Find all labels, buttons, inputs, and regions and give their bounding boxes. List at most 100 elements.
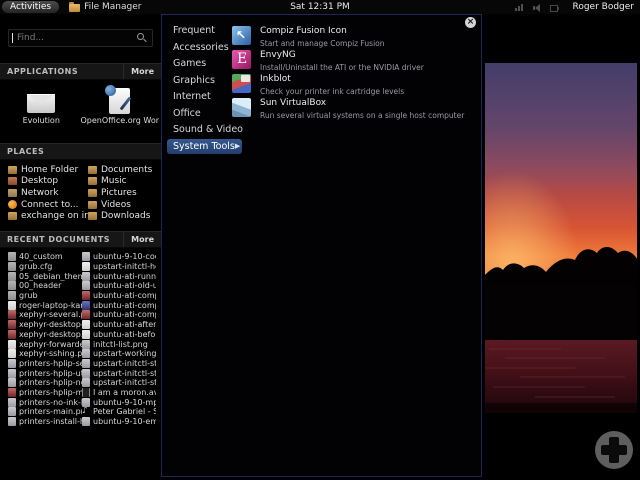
recent-document-item[interactable]: upstart-initctl-hel... — [82, 262, 156, 272]
top-bar: Activities File Manager Sat 12:31 PM Rog… — [0, 0, 640, 14]
user-menu[interactable]: Roger Bodger — [572, 2, 634, 12]
document-icon — [82, 398, 90, 407]
document-icon — [8, 369, 16, 378]
recent-document-item[interactable]: printers-main.png — [8, 407, 82, 417]
menu-category[interactable]: Frequent — [167, 23, 242, 38]
place-item[interactable]: Pictures — [88, 187, 161, 199]
place-label: Music — [101, 176, 127, 186]
place-item[interactable]: Connect to... — [8, 199, 88, 211]
recent-document-item[interactable]: printers-hplip-no-... — [8, 378, 82, 388]
document-label: ubuntu-ati-compi... — [93, 310, 156, 319]
application-label: OpenOffice.org Word Pr... — [81, 116, 160, 125]
place-item[interactable]: Downloads — [88, 210, 161, 222]
recent-document-item[interactable]: grub.cfg — [8, 262, 82, 272]
menu-category[interactable]: Graphics — [167, 73, 242, 88]
app-text: Compiz Fusion Icon Start and manage Comp… — [260, 26, 385, 48]
place-item[interactable]: Home Folder — [8, 164, 88, 176]
recent-document-item[interactable]: ubuntu-9-10-mp3... — [82, 397, 156, 407]
recent-document-item[interactable]: xephyr-several.png — [8, 310, 82, 320]
add-workspace-button[interactable] — [595, 431, 633, 469]
document-icon — [8, 330, 16, 339]
recent-document-item[interactable]: upstart-initctl-sta... — [82, 378, 156, 388]
recent-document-item[interactable]: 00_header — [8, 281, 82, 291]
recent-document-item[interactable]: roger-laptop-kar... — [8, 300, 82, 310]
recent-document-item[interactable]: upstart-working.p... — [82, 349, 156, 359]
recent-document-item[interactable]: grub — [8, 291, 82, 301]
search-input[interactable] — [13, 33, 137, 43]
system-tray — [515, 3, 560, 12]
recent-document-item[interactable]: Peter Gabriel - Sh... — [82, 407, 156, 417]
recent-documents-title: RECENT DOCUMENTS — [7, 235, 110, 244]
document-icon — [8, 340, 16, 349]
tray-status-icon[interactable] — [532, 3, 543, 12]
applications-more-button[interactable]: More — [123, 64, 161, 79]
recent-document-item[interactable]: upstart-initctl-sto... — [82, 359, 156, 369]
search-box[interactable] — [8, 29, 153, 47]
recent-document-item[interactable]: xephyr-desktop-g... — [8, 320, 82, 330]
recent-document-item[interactable]: ubuntu-ati-after.p... — [82, 320, 156, 330]
menu-app-item[interactable]: Compiz Fusion Icon Start and manage Comp… — [232, 26, 480, 45]
recent-document-item[interactable]: xephyr-desktop.p... — [8, 329, 82, 339]
app-button-file-manager[interactable]: File Manager — [69, 2, 141, 12]
menu-category[interactable]: Internet — [167, 89, 242, 104]
place-item[interactable]: Music — [88, 176, 161, 188]
document-label: printers-main.png — [19, 407, 82, 416]
recent-document-item[interactable]: ubuntu-ati-runnin... — [82, 271, 156, 281]
document-label: roger-laptop-kar... — [19, 301, 82, 310]
menu-app-item[interactable]: Sun VirtualBox Run several virtual syste… — [232, 98, 480, 117]
recent-document-item[interactable]: ubuntu-ati-compi... — [82, 300, 156, 310]
application-launcher[interactable]: OpenOffice.org Word Pr... — [81, 85, 160, 139]
menu-app-item[interactable]: EnvyNG Install/Uninstall the ATI or the … — [232, 50, 480, 69]
recent-document-item[interactable]: 40_custom — [8, 252, 82, 262]
app-text: Sun VirtualBox Run several virtual syste… — [260, 98, 464, 120]
menu-app-item[interactable]: Inkblot Check your printer ink cartridge… — [232, 74, 480, 93]
recent-document-item[interactable]: ubuntu-ati-old-un... — [82, 281, 156, 291]
app-description: Install/Uninstall the ATI or the NVIDIA … — [260, 63, 424, 72]
menu-category[interactable]: Sound & Video — [167, 122, 242, 137]
document-label: initctl-list.png — [93, 340, 148, 349]
recent-document-item[interactable]: 05_debian_theme — [8, 271, 82, 281]
recent-document-item[interactable]: ubuntu-9-10-emp... — [82, 417, 156, 427]
recent-document-item[interactable]: xephyr-forwarde... — [8, 339, 82, 349]
place-item[interactable]: exchange on ira — [8, 210, 88, 222]
tray-status-icon[interactable] — [515, 3, 526, 12]
place-icon — [88, 212, 97, 220]
recent-document-item[interactable]: initctl-list.png — [82, 339, 156, 349]
tray-status-icon[interactable] — [549, 3, 560, 12]
place-item[interactable]: Documents — [88, 164, 161, 176]
place-item[interactable]: Videos — [88, 199, 161, 211]
document-label: ubuntu-ati-before... — [93, 330, 156, 339]
recent-document-item[interactable]: ubuntu-9-10-cod... — [82, 252, 156, 262]
activities-button[interactable]: Activities — [2, 1, 59, 13]
place-item[interactable]: Desktop — [8, 176, 88, 188]
app-icon — [232, 98, 251, 117]
recent-document-item[interactable]: printers-hplip-set... — [8, 359, 82, 369]
recent-document-item[interactable]: ubuntu-ati-compi... — [82, 291, 156, 301]
recent-document-item[interactable]: printers-no-ink-le... — [8, 397, 82, 407]
recent-document-item[interactable]: xephyr-sshing.png — [8, 349, 82, 359]
app-text: EnvyNG Install/Uninstall the ATI or the … — [260, 50, 424, 72]
recent-document-item[interactable]: I am a moron.avi — [82, 388, 156, 398]
app-title: Sun VirtualBox — [260, 98, 464, 108]
place-item[interactable]: Network — [8, 187, 88, 199]
recent-document-item[interactable]: ubuntu-ati-compi... — [82, 310, 156, 320]
menu-category[interactable]: Accessories — [167, 40, 242, 55]
workspace-thumbnail[interactable] — [485, 63, 637, 413]
menu-category[interactable]: Office — [167, 106, 242, 121]
document-label: xephyr-forwarde... — [19, 340, 82, 349]
recent-document-item[interactable]: printers-install-hp... — [8, 417, 82, 427]
document-icon — [8, 398, 16, 407]
recent-document-item[interactable]: upstart-initctl-stat... — [82, 368, 156, 378]
application-launcher[interactable]: Evolution — [2, 85, 81, 139]
recent-document-item[interactable]: printers-hplip-me... — [8, 388, 82, 398]
app-title: EnvyNG — [260, 50, 424, 60]
recent-documents-more-button[interactable]: More — [123, 232, 161, 247]
place-icon — [8, 166, 17, 174]
menu-category[interactable]: System Tools — [167, 139, 242, 154]
menu-category[interactable]: Games — [167, 56, 242, 71]
document-icon — [82, 301, 90, 310]
places-section-header: PLACES — [0, 143, 161, 160]
clock[interactable]: Sat 12:31 PM — [290, 2, 350, 12]
recent-document-item[interactable]: printers-hplip-util... — [8, 368, 82, 378]
recent-document-item[interactable]: ubuntu-ati-before... — [82, 329, 156, 339]
